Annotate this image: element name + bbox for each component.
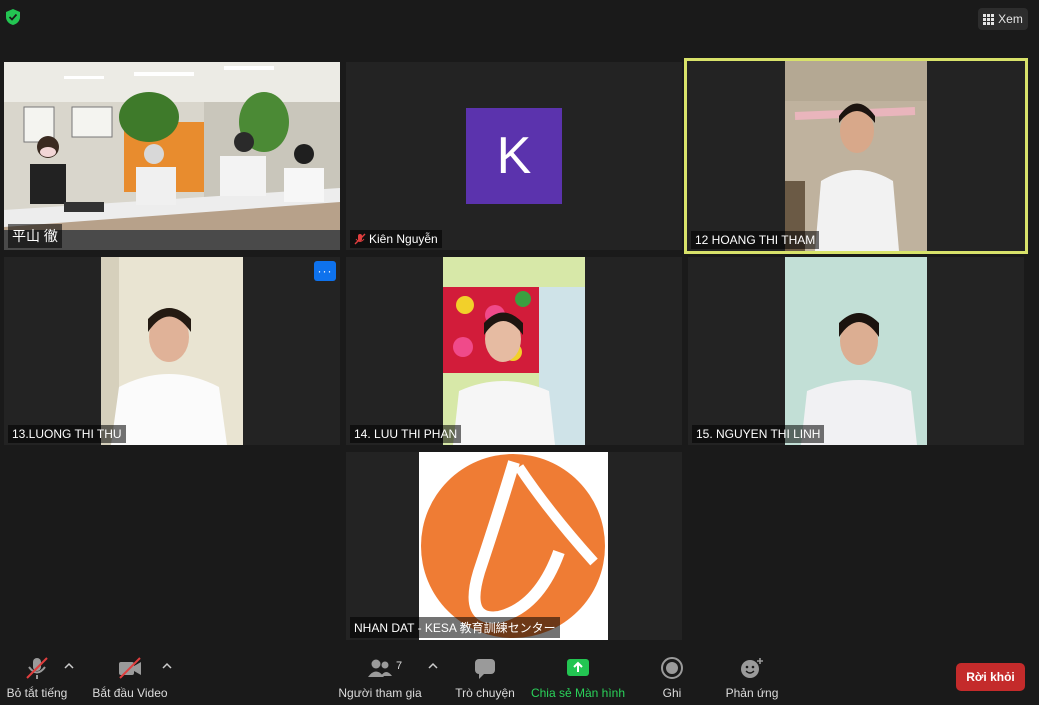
record-icon bbox=[661, 657, 683, 679]
participant-name: Kiên Nguyễn bbox=[369, 232, 438, 246]
participant-name: 平山 徹 bbox=[12, 228, 58, 244]
participant-video-luong-thi-thu bbox=[101, 257, 243, 445]
participant-name-tag: Kiên Nguyễn bbox=[350, 230, 442, 248]
share-screen-label: Chia sẻ Màn hình bbox=[530, 686, 626, 700]
chat-label: Trò chuyện bbox=[455, 686, 515, 700]
start-video-button[interactable]: Bắt đầu Video bbox=[92, 656, 168, 700]
avatar-letter: K bbox=[496, 127, 532, 185]
smiley-plus-icon bbox=[741, 658, 763, 678]
kesa-logo-image bbox=[419, 452, 608, 640]
video-tile-luu-thi-phan[interactable]: 14. LUU THI PHAN bbox=[346, 257, 682, 445]
video-tile-hoang-thi-tham[interactable]: 12 HOANG THI THAM bbox=[684, 58, 1028, 254]
unmute-button[interactable]: Bỏ tắt tiếng bbox=[4, 656, 70, 700]
participant-name-tag: 12 HOANG THI THAM bbox=[691, 231, 820, 249]
more-dots: ··· bbox=[317, 264, 333, 278]
chat-button[interactable]: Trò chuyện bbox=[454, 656, 516, 700]
video-off-icon bbox=[119, 657, 141, 679]
video-tile-nguyen-thi-linh[interactable]: 15. NGUYEN THI LINH bbox=[688, 257, 1024, 445]
video-tile-nhan-dat-kesa[interactable]: NHAN DAT - KESA 教育訓練センター bbox=[346, 452, 682, 640]
participant-name: 12 HOANG THI THAM bbox=[695, 233, 816, 247]
participants-button[interactable]: Người tham gia bbox=[338, 656, 422, 700]
record-label: Ghi bbox=[662, 686, 682, 700]
avatar: K bbox=[466, 108, 562, 204]
record-button[interactable]: Ghi bbox=[656, 656, 688, 700]
video-tile-hirayama[interactable]: 平山 徹 bbox=[4, 62, 340, 250]
audio-options-caret-icon[interactable] bbox=[64, 662, 74, 670]
share-screen-button[interactable]: Chia sẻ Màn hình bbox=[530, 656, 626, 700]
leave-label: Rời khỏi bbox=[966, 670, 1015, 684]
participants-options-caret-icon[interactable] bbox=[428, 662, 438, 670]
more-options-button[interactable]: ··· bbox=[314, 261, 336, 281]
participants-label: Người tham gia bbox=[338, 686, 422, 700]
view-button[interactable]: Xem bbox=[978, 8, 1028, 30]
share-screen-icon bbox=[567, 659, 589, 676]
view-label: Xem bbox=[998, 12, 1023, 26]
muted-microphone-icon bbox=[26, 657, 48, 679]
video-tile-kien-nguyen[interactable]: K Kiên Nguyễn bbox=[346, 62, 682, 250]
participant-name: 14. LUU THI PHAN bbox=[354, 427, 458, 441]
participant-name: 15. NGUYEN THI LINH bbox=[696, 427, 821, 441]
participants-count: 7 bbox=[396, 660, 403, 672]
participant-name-tag: 平山 徹 bbox=[8, 224, 62, 248]
participant-name-tag: 14. LUU THI PHAN bbox=[350, 425, 462, 443]
participant-name: NHAN DAT - KESA 教育訓練センター bbox=[354, 621, 556, 635]
unmute-label: Bỏ tắt tiếng bbox=[6, 686, 68, 700]
participant-name-tag: 13.LUONG THI THU bbox=[8, 425, 126, 443]
participant-video-luu-thi-phan bbox=[443, 257, 585, 445]
participants-icon bbox=[368, 659, 392, 677]
grid-icon bbox=[983, 13, 995, 25]
participant-video-hoang-thi-tham bbox=[785, 61, 927, 251]
participant-video-conference-room bbox=[4, 62, 340, 250]
reactions-button[interactable]: Phản ứng bbox=[724, 656, 780, 700]
participant-name-tag: 15. NGUYEN THI LINH bbox=[692, 425, 825, 443]
participant-video-nguyen-thi-linh bbox=[785, 257, 927, 445]
reactions-label: Phản ứng bbox=[725, 686, 779, 700]
security-shield-icon[interactable] bbox=[4, 8, 22, 26]
participant-name: 13.LUONG THI THU bbox=[12, 427, 122, 441]
start-video-label: Bắt đầu Video bbox=[92, 686, 168, 700]
leave-meeting-button[interactable]: Rời khỏi bbox=[956, 663, 1025, 691]
video-options-caret-icon[interactable] bbox=[162, 662, 172, 670]
meeting-toolbar: Bỏ tắt tiếng Bắt đầu Video Người tham gi… bbox=[0, 648, 1039, 705]
chat-bubble-icon bbox=[475, 659, 495, 679]
participant-name-tag: NHAN DAT - KESA 教育訓練センター bbox=[350, 617, 560, 638]
muted-mic-icon bbox=[354, 233, 366, 245]
video-tile-luong-thi-thu[interactable]: ··· 13.LUONG THI THU bbox=[4, 257, 340, 445]
